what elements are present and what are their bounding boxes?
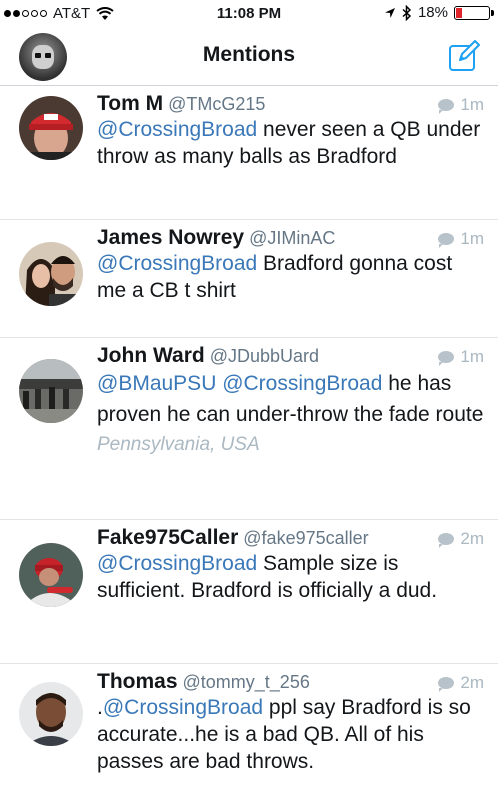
mention-link[interactable]: @CrossingBroad [97,118,257,141]
tweet-handle: @tommy_t_256 [182,672,310,692]
mention-link[interactable]: @CrossingBroad [97,252,257,275]
tweet-text: @CrossingBroad Bradford gonna cost me a … [97,250,484,304]
reply-bubble-icon [438,99,455,114]
tweet-text: .@CrossingBroad ppl say Bradford is so a… [97,694,484,775]
tweet-text: @CrossingBroad Sample size is sufficient… [97,550,484,604]
tweet-item[interactable]: Fake975Caller @fake975caller 2m @Crossing… [0,520,498,664]
avatar[interactable] [19,96,83,160]
reply-bubble-icon [438,677,455,692]
tweet-time: 2m [438,529,484,549]
tweet-time: 1m [438,229,484,249]
reply-bubble-icon [438,533,455,548]
mention-link[interactable]: @CrossingBroad [103,696,263,719]
mention-link[interactable]: @CrossingBroad [222,372,382,395]
tweet-handle: @TMcG215 [168,94,266,114]
avatar[interactable] [19,543,83,607]
tweet-author[interactable]: Fake975Caller @fake975caller [97,526,369,550]
tweet-time: 2m [438,673,484,693]
mention-link[interactable]: @BMauPSU [97,372,216,395]
reply-bubble-icon [438,233,455,248]
mention-link[interactable]: @CrossingBroad [97,552,257,575]
tweet-time: 1m [438,95,484,115]
tweet-author[interactable]: John Ward @JDubbUard [97,344,319,368]
bluetooth-icon [402,4,412,21]
status-right: 18% [384,4,494,21]
tweet-handle: @fake975caller [243,528,369,548]
battery-icon [454,5,494,20]
tweet-location: Pennsylvania, USA [97,434,260,455]
battery-percent: 18% [417,4,448,21]
tweet-handle: @JDubbUard [209,346,320,366]
avatar[interactable] [19,242,83,306]
tweet-item[interactable]: Thomas @tommy_t_256 2m .@CrossingBroad pp… [0,664,498,804]
tweet-item[interactable]: James Nowrey @JIMinAC 1m @CrossingBroad B… [0,220,498,338]
tweet-item[interactable]: John Ward @JDubbUard 1m @BMauPSU @Crossin… [0,338,498,520]
tweet-item[interactable]: Tom M @TMcG215 1m @CrossingBroad never se… [0,86,498,220]
compose-icon[interactable] [448,40,480,72]
tweet-time: 1m [438,347,484,367]
tweet-author[interactable]: Tom M @TMcG215 [97,92,265,116]
tweet-author[interactable]: Thomas @tommy_t_256 [97,670,310,694]
avatar[interactable] [19,359,83,423]
tweet-author[interactable]: James Nowrey @JIMinAC [97,226,335,250]
tweet-handle: @JIMinAC [249,228,336,248]
tweet-text: @CrossingBroad never seen a QB under thr… [97,116,484,170]
page-title: Mentions [202,43,296,66]
location-arrow-icon [384,7,395,18]
navigation-bar: Mentions [0,28,498,86]
status-bar: AT&T 11:08 PM 18% [0,0,498,28]
reply-bubble-icon [438,351,455,366]
mentions-feed: Tom M @TMcG215 1m @CrossingBroad never se… [0,86,498,804]
tweet-text: @BMauPSU @CrossingBroad he has proven he… [97,368,484,430]
avatar[interactable] [19,682,83,746]
